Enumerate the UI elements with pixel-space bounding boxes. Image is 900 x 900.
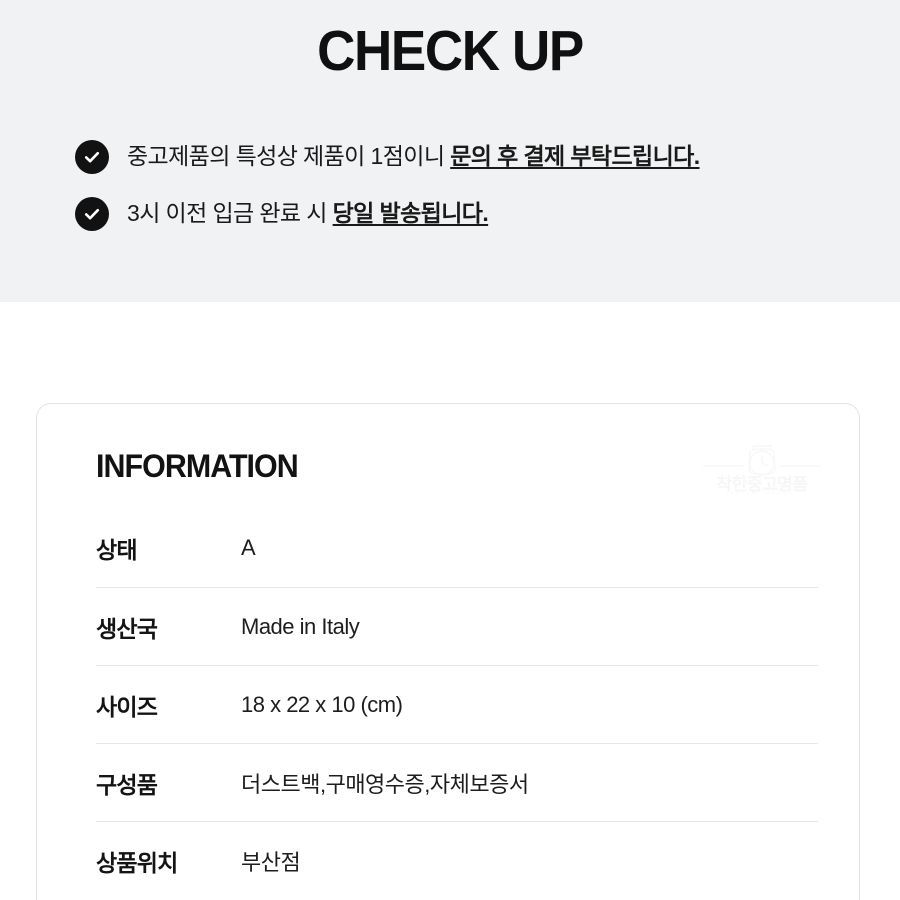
bullet-plain-text: 3시 이전 입금 완료 시 bbox=[127, 200, 333, 227]
information-card: INFORMATION 착한중고명품 LUXURY GOODS 상태 A 생산국… bbox=[36, 403, 860, 900]
row-value: Made in Italy bbox=[241, 613, 360, 639]
table-row: 상품위치 부산점 bbox=[96, 821, 818, 899]
watermark-tagline: LUXURY GOODS bbox=[730, 490, 794, 496]
check-circle-icon bbox=[75, 196, 109, 231]
row-value: 더스트백,구매영수증,자체보증서 bbox=[241, 771, 529, 797]
watermark-brand: 착한중고명품 bbox=[716, 475, 808, 494]
row-label: 구성품 bbox=[96, 771, 158, 798]
brand-watermark: 착한중고명품 LUXURY GOODS bbox=[703, 444, 821, 506]
row-label: 상품위치 bbox=[96, 849, 178, 876]
row-value: 부산점 bbox=[241, 849, 301, 875]
check-circle-icon bbox=[75, 139, 109, 174]
table-row: 생산국 Made in Italy bbox=[96, 587, 818, 665]
checkup-title: CHECK UP bbox=[317, 19, 584, 83]
bullet-emphasis-text: 당일 발송됩니다. bbox=[332, 200, 489, 227]
list-item: 3시 이전 입금 완료 시 당일 발송됩니다. bbox=[75, 185, 885, 242]
row-value: A bbox=[241, 535, 256, 560]
row-label: 사이즈 bbox=[96, 693, 158, 720]
checkup-section: CHECK UP 중고제품의 특성상 제품이 1점이니 문의 후 결제 부탁드립… bbox=[0, 0, 900, 302]
row-label: 상태 bbox=[96, 537, 138, 563]
information-table: 상태 A 생산국 Made in Italy 사이즈 18 x 22 x 10 … bbox=[96, 509, 818, 899]
table-row: 상태 A bbox=[96, 509, 818, 587]
row-value: 18 x 22 x 10 (cm) bbox=[241, 691, 403, 717]
row-label: 생산국 bbox=[96, 615, 158, 642]
wristwatch-icon bbox=[703, 445, 821, 476]
checkup-bullet-list: 중고제품의 특성상 제품이 1점이니 문의 후 결제 부탁드립니다. 3시 이전… bbox=[75, 128, 885, 242]
bullet-plain-text: 중고제품의 특성상 제품이 1점이니 bbox=[127, 143, 451, 170]
bullet-text: 중고제품의 특성상 제품이 1점이니 문의 후 결제 부탁드립니다. bbox=[127, 142, 700, 171]
table-row: 사이즈 18 x 22 x 10 (cm) bbox=[96, 665, 818, 743]
bullet-text: 3시 이전 입금 완료 시 당일 발송됩니다. bbox=[127, 199, 489, 228]
information-heading: INFORMATION bbox=[96, 448, 299, 484]
product-detail-page: CHECK UP 중고제품의 특성상 제품이 1점이니 문의 후 결제 부탁드립… bbox=[0, 0, 900, 900]
list-item: 중고제품의 특성상 제품이 1점이니 문의 후 결제 부탁드립니다. bbox=[75, 128, 885, 185]
table-row: 구성품 더스트백,구매영수증,자체보증서 bbox=[96, 743, 818, 821]
bullet-emphasis-text: 문의 후 결제 부탁드립니다. bbox=[450, 143, 700, 170]
